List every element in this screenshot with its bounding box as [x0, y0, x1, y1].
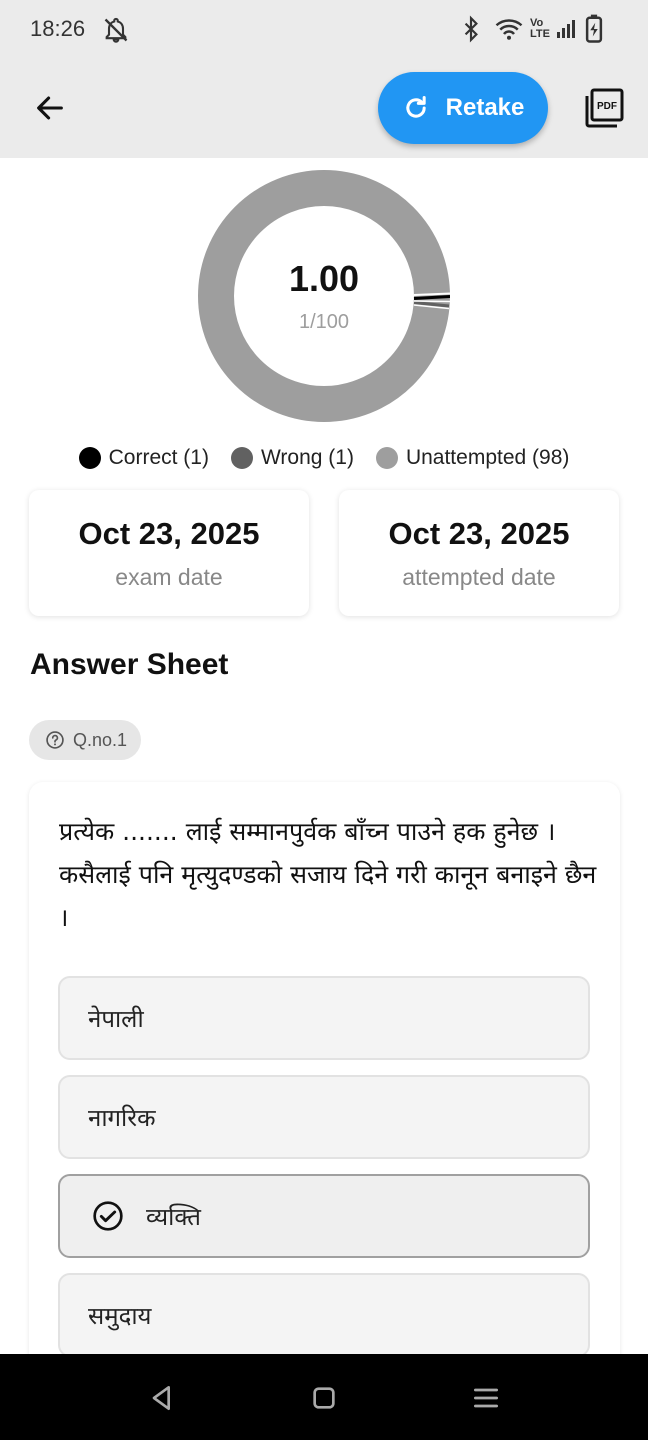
pdf-icon: PDF [585, 88, 624, 128]
score-value: 1.00 [288, 258, 360, 299]
pdf-export-button[interactable]: PDF [584, 88, 626, 130]
exam-date-value: Oct 23, 2025 [78, 516, 260, 551]
option-1-label: नेपाली [88, 1004, 144, 1033]
nav-home-button[interactable] [308, 1382, 340, 1414]
back-button[interactable] [28, 86, 72, 130]
system-nav-bar [0, 1354, 648, 1440]
bluetooth-icon [458, 14, 484, 49]
exam-date-card: Oct 23, 2025 exam date [29, 490, 309, 616]
legend-dot-correct [78, 447, 101, 469]
signal-icon [554, 14, 578, 49]
retake-button[interactable]: Retake [378, 72, 548, 144]
legend-label-correct: Correct (1) [108, 446, 209, 469]
nav-menu-button[interactable] [470, 1382, 502, 1414]
legend-dot-unattempted [375, 447, 398, 469]
volte-icon: Vo LTE [530, 17, 550, 40]
legend-label-unattempted: Unattempted (98) [405, 446, 570, 469]
option-4[interactable]: समुदाय [58, 1273, 590, 1357]
answer-sheet-title: Answer Sheet [30, 648, 229, 681]
home-square-icon [313, 1387, 335, 1409]
menu-lines-icon [474, 1388, 498, 1408]
svg-text:PDF: PDF [597, 101, 617, 112]
status-time: 18:26 [30, 16, 86, 41]
wifi-icon [494, 14, 524, 49]
question-card: प्रत्येक ....... लाई सम्मानपुर्वक बाँच्न… [29, 782, 620, 1382]
chart-legend: Correct (1) Wrong (1) Unattempted (98) [0, 446, 648, 470]
check-circle-icon [93, 1201, 123, 1231]
status-bar: 18:26 Vo LTE [0, 0, 648, 58]
attempted-date-label: attempted date [402, 564, 556, 590]
legend-label-wrong: Wrong (1) [260, 446, 354, 469]
app-bar: Retake PDF [0, 58, 648, 158]
question-text: प्रत्येक ....... लाई सम्मानपुर्वक बाँच्न… [59, 817, 597, 932]
option-3-selected[interactable]: व्यक्ति [58, 1174, 590, 1258]
exam-date-label: exam date [115, 564, 223, 590]
question-circle-icon [46, 731, 64, 749]
option-2-label: नागरिक [88, 1103, 156, 1132]
attempted-date-card: Oct 23, 2025 attempted date [339, 490, 619, 616]
option-1[interactable]: नेपाली [58, 976, 590, 1060]
legend-item-wrong: Wrong (1) [230, 446, 354, 470]
question-number-label: Q.no.1 [73, 729, 128, 750]
option-4-label: समुदाय [88, 1301, 152, 1330]
option-2[interactable]: नागरिक [58, 1075, 590, 1159]
legend-item-correct: Correct (1) [78, 446, 209, 470]
retake-label: Retake [445, 94, 525, 121]
refresh-icon [405, 95, 426, 118]
back-triangle-icon [152, 1386, 170, 1410]
question-number-chip: Q.no.1 [29, 720, 142, 760]
score-fraction: 1/100 [298, 311, 350, 333]
bell-off-icon [102, 16, 130, 49]
battery-charging-icon [584, 14, 604, 49]
arrow-left-icon [37, 96, 63, 120]
legend-item-unattempted: Unattempted (98) [375, 446, 570, 470]
nav-back-button[interactable] [146, 1382, 178, 1414]
legend-dot-wrong [230, 447, 253, 469]
attempted-date-value: Oct 23, 2025 [388, 516, 570, 551]
option-3-label: व्यक्ति [146, 1202, 201, 1231]
